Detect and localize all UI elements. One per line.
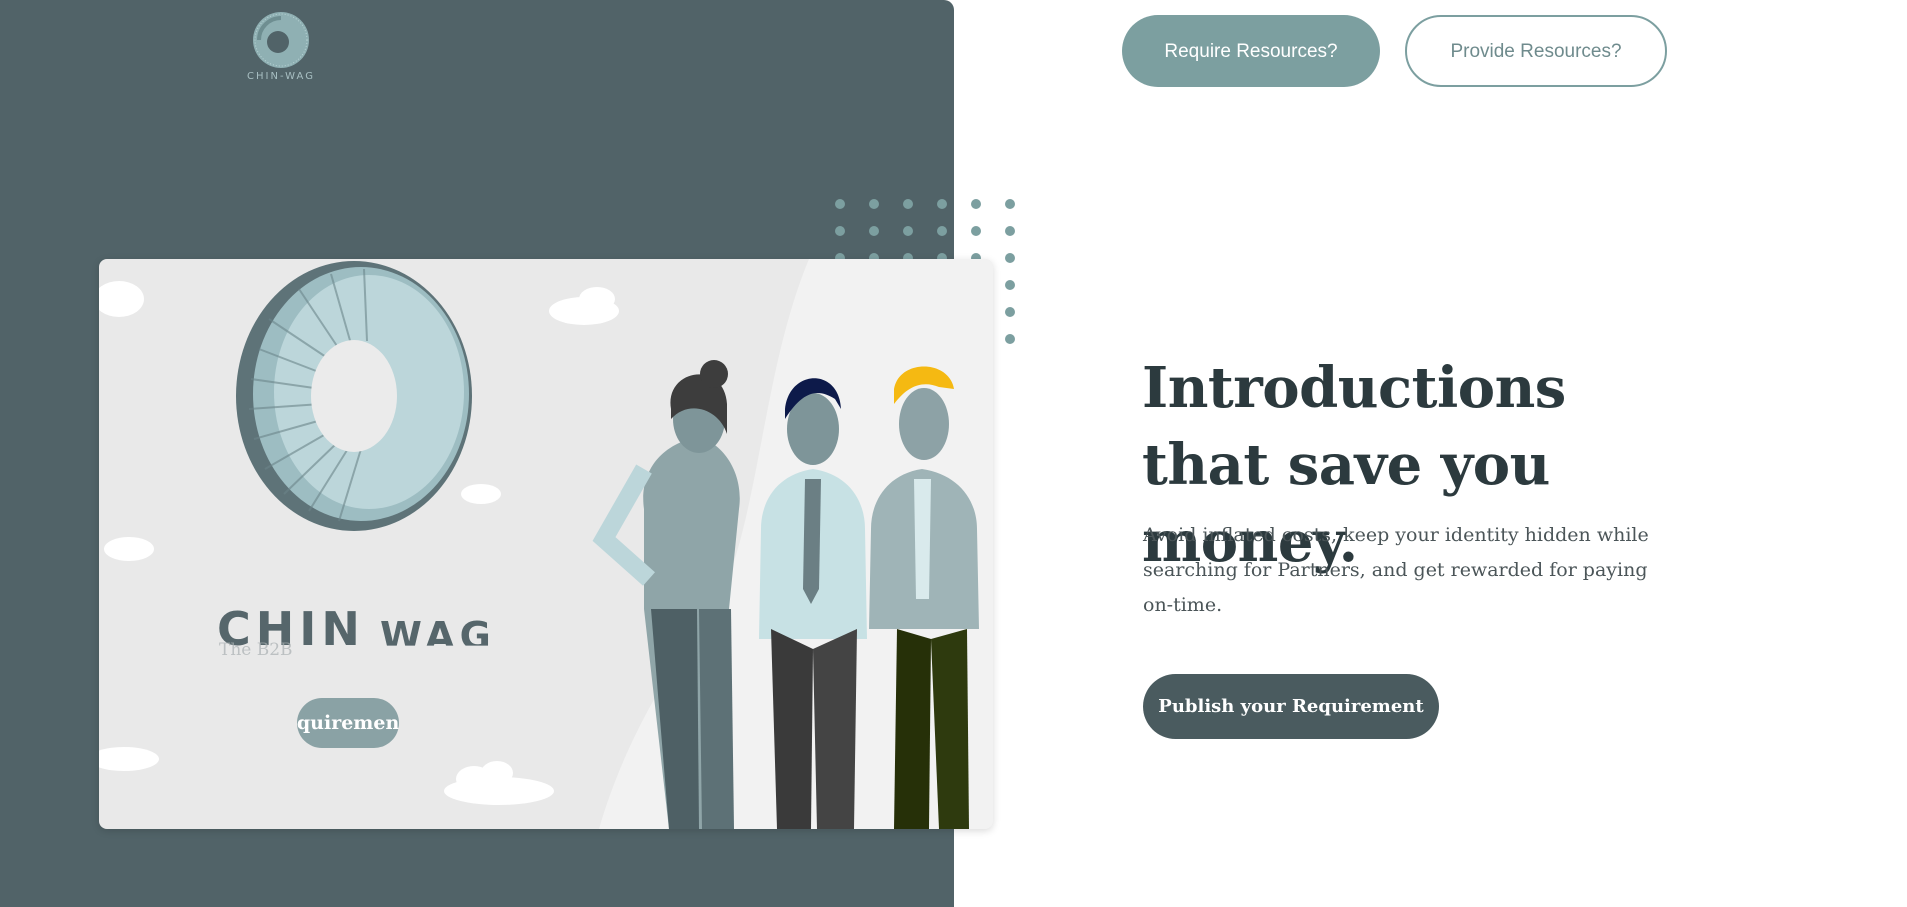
- card-requirement-button: Requirement: [297, 698, 399, 748]
- hero-description: Avoid inflated costs, keep your identity…: [1143, 524, 1649, 616]
- site-logo[interactable]: CHIN-WAG: [241, 10, 321, 82]
- team-illustration: [99, 259, 993, 829]
- hero-illustration-card: CHIN WAG The B2B Requirement: [99, 259, 993, 829]
- logo-text: CHIN-WAG: [247, 71, 315, 82]
- publish-requirement-button[interactable]: Publish your Requirement: [1143, 674, 1439, 739]
- card-tagline: The B2B: [219, 640, 293, 660]
- woman-figure: [592, 360, 740, 829]
- logo-icon: [253, 12, 309, 68]
- swirl-logo-mark: [236, 261, 472, 531]
- require-resources-button[interactable]: Require Resources?: [1122, 15, 1380, 87]
- provide-resources-button[interactable]: Provide Resources?: [1405, 15, 1667, 87]
